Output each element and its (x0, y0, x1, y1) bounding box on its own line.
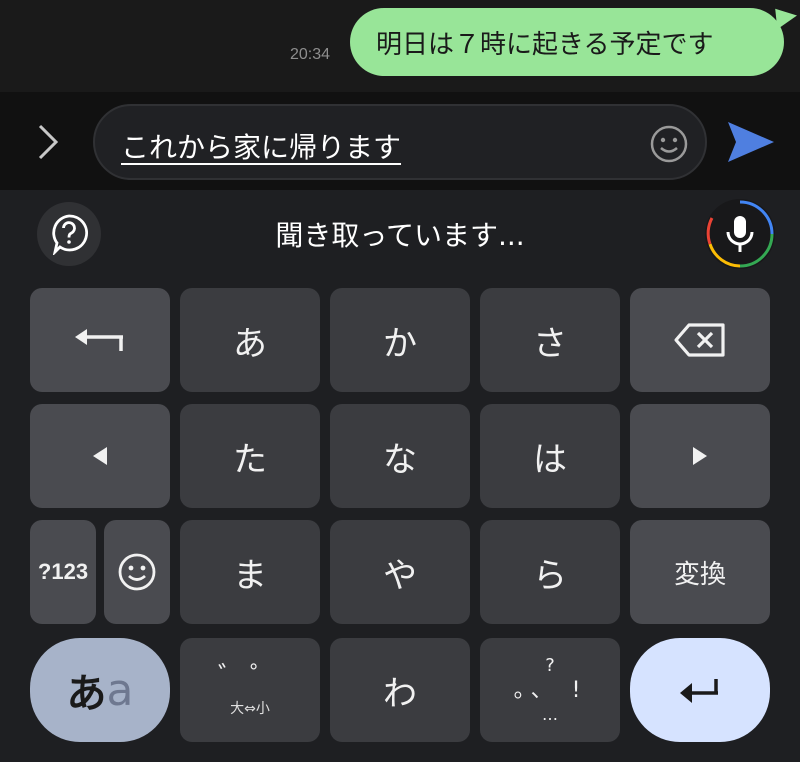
smiley-icon (118, 553, 156, 591)
key-ha[interactable]: は (480, 404, 620, 508)
sent-message-bubble[interactable]: 明日は７時に起きる予定です (350, 8, 784, 76)
key-ya-label: や (383, 555, 417, 596)
cursor-right-key[interactable] (630, 404, 770, 508)
key-ka-label: か (383, 323, 417, 364)
chevron-right-icon (38, 124, 59, 160)
key-ra-label: ら (533, 555, 567, 596)
key-ta[interactable]: た (180, 404, 320, 508)
key-ya[interactable]: や (330, 520, 470, 624)
key-wa-label: わ (383, 673, 417, 714)
key-ma[interactable]: ま (180, 520, 320, 624)
key-wa[interactable]: わ (330, 638, 470, 742)
dakuten-key[interactable]: ゛゜ 大⇔小 (180, 638, 320, 742)
convert-key-label: 変換 (673, 559, 726, 590)
message-input[interactable]: これから家に帰ります (93, 104, 707, 180)
enter-icon (680, 679, 718, 703)
key-a[interactable]: あ (180, 288, 320, 392)
listening-status: 聞き取っています... (275, 219, 525, 252)
punct-key-mid: 。、 ! (513, 678, 587, 703)
emoji-key[interactable] (104, 520, 170, 624)
message-text: 明日は７時に起きる予定です (376, 29, 714, 60)
message-timestamp: 20:34 (290, 46, 331, 63)
key-ka[interactable]: か (330, 288, 470, 392)
key-ta-label: た (233, 439, 267, 480)
key-ha-label: は (533, 439, 567, 480)
message-input-text: これから家に帰ります (121, 131, 402, 164)
composer-row: これから家に帰ります (0, 92, 800, 190)
symbols-key-label: ?123 (37, 559, 89, 584)
cursor-left-key[interactable] (30, 404, 170, 508)
backspace-icon (674, 323, 725, 357)
punct-key-top: ? (545, 655, 555, 676)
key-a-label: あ (233, 323, 267, 364)
enter-key[interactable] (630, 638, 770, 742)
smiley-icon[interactable] (649, 124, 689, 164)
key-na[interactable]: な (330, 404, 470, 508)
key-na-label: な (383, 439, 417, 480)
input-mode-key[interactable]: あa (30, 638, 170, 742)
voice-input-bar: 聞き取っています... (0, 190, 800, 280)
punctuation-key[interactable]: ? 。、 ! … (480, 638, 620, 742)
expand-button[interactable] (28, 120, 68, 164)
undo-key[interactable] (30, 288, 170, 392)
input-mode-secondary: a (106, 664, 134, 716)
send-icon[interactable] (722, 116, 778, 168)
symbols-key[interactable]: ?123 (30, 520, 96, 624)
dakuten-key-top: ゛゜ (217, 662, 282, 692)
backspace-key[interactable] (630, 288, 770, 392)
mic-icon[interactable] (704, 198, 776, 270)
key-ra[interactable]: ら (480, 520, 620, 624)
arrow-left-icon (93, 447, 107, 465)
keyboard: あ か さ た な は ?123 ま や ら 変換 あ a ゛゜ 大⇔小 わ ?… (0, 280, 800, 762)
arrow-right-icon (693, 447, 707, 465)
key-ma-label: ま (233, 555, 267, 596)
undo-icon (75, 329, 123, 351)
chat-area: 20:34 明日は７時に起きる予定です (0, 0, 800, 92)
convert-key[interactable]: 変換 (630, 520, 770, 624)
dakuten-key-bottom: 大⇔小 (230, 701, 270, 717)
key-sa-label: さ (533, 323, 567, 364)
key-sa[interactable]: さ (480, 288, 620, 392)
punct-key-bottom: … (542, 705, 558, 724)
input-mode-primary: あ (66, 671, 107, 717)
